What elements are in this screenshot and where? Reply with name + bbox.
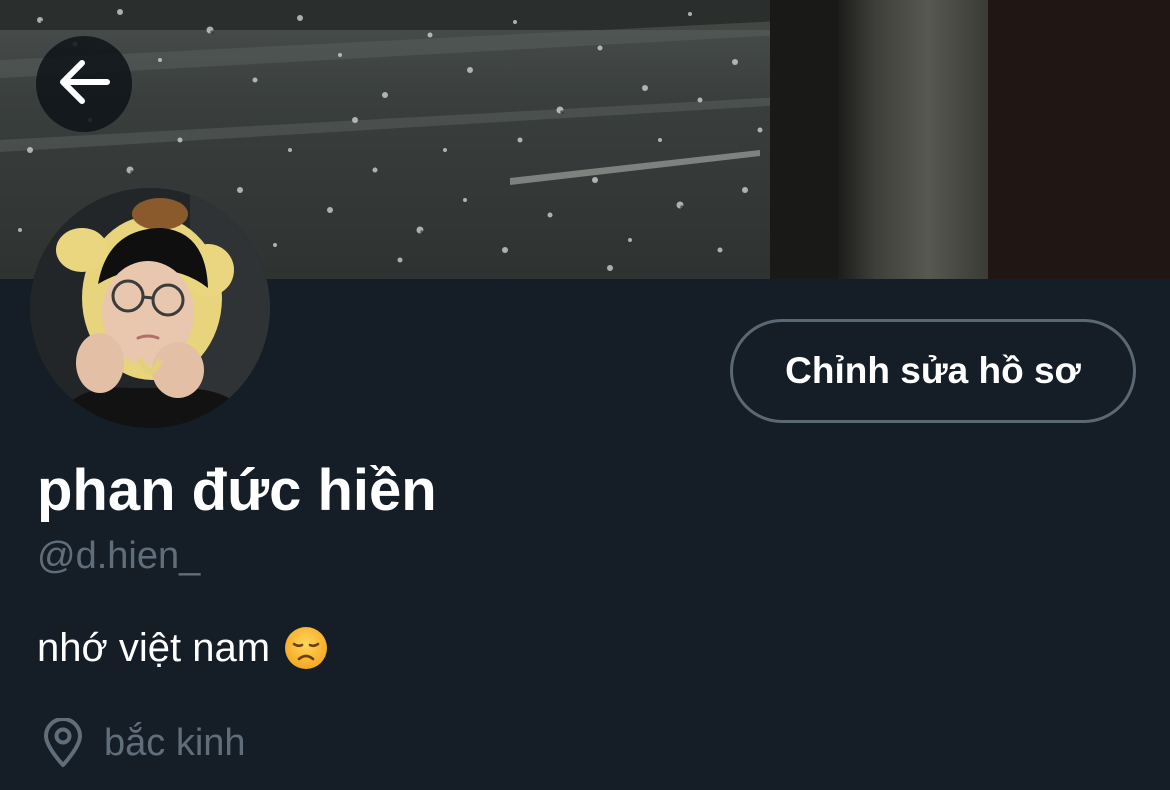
location: bắc kinh bbox=[40, 717, 246, 768]
location-pin-icon bbox=[40, 717, 86, 768]
display-name: phan đức hiền bbox=[37, 458, 437, 523]
location-text: bắc kinh bbox=[104, 722, 246, 764]
bio-text: nhớ việt nam bbox=[37, 626, 271, 670]
edit-profile-button[interactable]: Chỉnh sửa hồ sơ bbox=[730, 319, 1136, 423]
arrow-left-icon bbox=[57, 59, 111, 110]
back-button[interactable] bbox=[36, 36, 132, 132]
avatar[interactable] bbox=[30, 188, 270, 428]
user-handle: @d.hien_ bbox=[37, 535, 201, 577]
bio: nhớ việt nam bbox=[37, 626, 328, 670]
disappointed-face-icon bbox=[284, 626, 328, 670]
